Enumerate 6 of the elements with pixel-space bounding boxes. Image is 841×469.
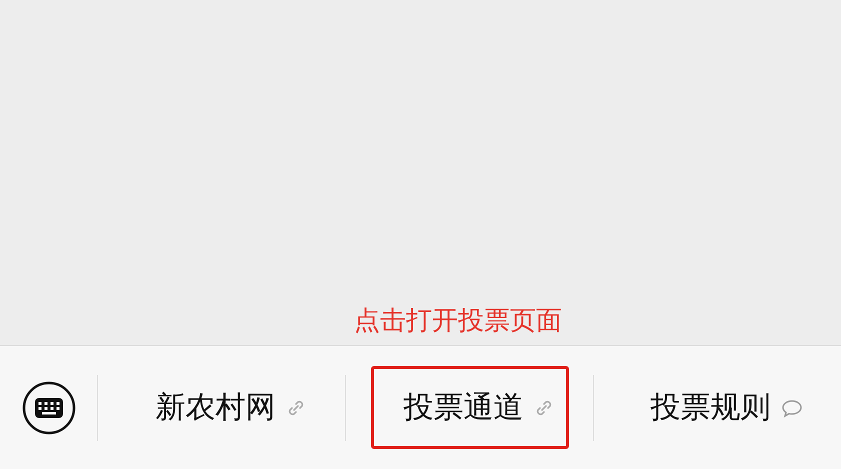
speech-bubble-icon xyxy=(780,398,802,418)
menu-item[interactable]: 投票规则 xyxy=(618,366,818,449)
menu-item[interactable]: 投票通道 xyxy=(370,366,568,449)
annotation-text: 点击打开投票页面 xyxy=(354,305,562,338)
keyboard-icon xyxy=(22,380,76,434)
menu-item[interactable]: 新农村网 xyxy=(122,366,320,449)
